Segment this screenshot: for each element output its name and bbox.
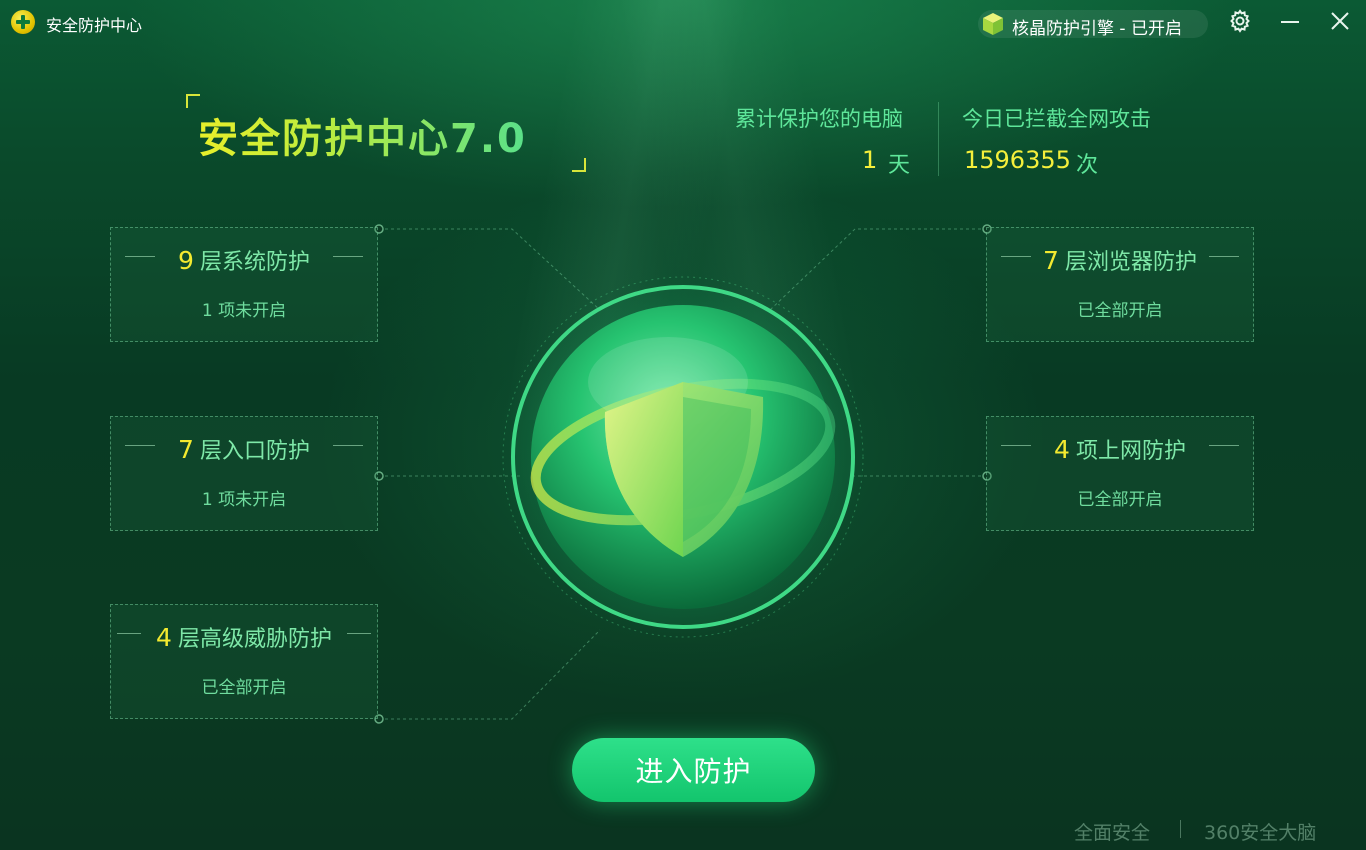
- card-status: 已全部开启: [1077, 490, 1163, 510]
- card-title: 7 层浏览器防护: [987, 244, 1253, 276]
- card-entry-protection[interactable]: 7 层入口防护 1 项未开启: [110, 416, 378, 531]
- card-count: 7: [1043, 246, 1059, 275]
- card-browser-protection[interactable]: 7 层浏览器防护 已全部开启: [986, 227, 1254, 342]
- title-bar: 安全防护中心 核晶防护引擎 - 已开启: [0, 0, 1366, 44]
- card-line-right: [347, 633, 371, 634]
- card-count: 4: [1054, 435, 1070, 464]
- app-title: 安全防护中心: [46, 18, 143, 35]
- card-network-protection[interactable]: 4 项上网防护 已全部开启: [986, 416, 1254, 531]
- protected-days-label: 累计保护您的电脑: [735, 107, 903, 131]
- product-title: 安全防护中心7.0: [198, 106, 527, 164]
- card-status: 1 项未开启: [201, 490, 287, 510]
- card-title: 4 项上网防护: [987, 433, 1253, 465]
- card-count: 9: [178, 246, 194, 275]
- card-line-right: [1209, 445, 1239, 446]
- card-advanced-threat-protection[interactable]: 4 层高级威胁防护 已全部开启: [110, 604, 378, 719]
- card-line-right: [333, 256, 363, 257]
- card-title: 7 层入口防护: [111, 433, 377, 465]
- card-status: 已全部开启: [1077, 301, 1163, 321]
- footer-brand: 360安全大脑: [1204, 822, 1317, 844]
- blocked-attacks-label: 今日已拦截全网攻击: [962, 107, 1151, 131]
- close-icon[interactable]: [1326, 8, 1354, 36]
- protected-days-unit: 天: [888, 153, 911, 178]
- engine-status-badge[interactable]: 核晶防护引擎 - 已开启: [978, 10, 1208, 39]
- card-label: 层入口防护: [199, 439, 310, 464]
- card-label: 层系统防护: [199, 250, 310, 275]
- card-label: 层浏览器防护: [1064, 250, 1197, 275]
- enter-protection-button[interactable]: 进入防护: [572, 738, 815, 802]
- protected-days-value: 1: [862, 146, 878, 174]
- card-title: 9 层系统防护: [111, 244, 377, 276]
- footer-slogan: 全面安全: [1074, 822, 1151, 844]
- card-line-right: [1209, 256, 1239, 257]
- card-count: 4: [156, 623, 172, 652]
- minimize-icon[interactable]: [1276, 8, 1304, 36]
- protection-globe[interactable]: [493, 262, 873, 652]
- globe-graphic: [495, 269, 871, 645]
- card-label: 层高级威胁防护: [177, 627, 332, 652]
- enter-protection-label: 进入防护: [635, 755, 752, 788]
- card-count: 7: [178, 435, 194, 464]
- card-label: 项上网防护: [1075, 439, 1186, 464]
- blocked-attacks-unit: 次: [1076, 153, 1099, 178]
- engine-status-text: 核晶防护引擎 - 已开启: [1012, 19, 1182, 39]
- engine-cube-icon: [983, 13, 1003, 35]
- blocked-attacks-value: 1596355: [964, 146, 1071, 174]
- stats-divider: [938, 102, 939, 176]
- footer-divider: [1180, 820, 1181, 838]
- card-line-right: [333, 445, 363, 446]
- gear-icon[interactable]: [1226, 8, 1254, 36]
- card-status: 已全部开启: [201, 678, 287, 698]
- card-system-protection[interactable]: 9 层系统防护 1 项未开启: [110, 227, 378, 342]
- title-bracket-right: [572, 158, 586, 172]
- card-status: 1 项未开启: [201, 301, 287, 321]
- card-title: 4 层高级威胁防护: [111, 621, 377, 653]
- app-logo-icon: [11, 10, 35, 34]
